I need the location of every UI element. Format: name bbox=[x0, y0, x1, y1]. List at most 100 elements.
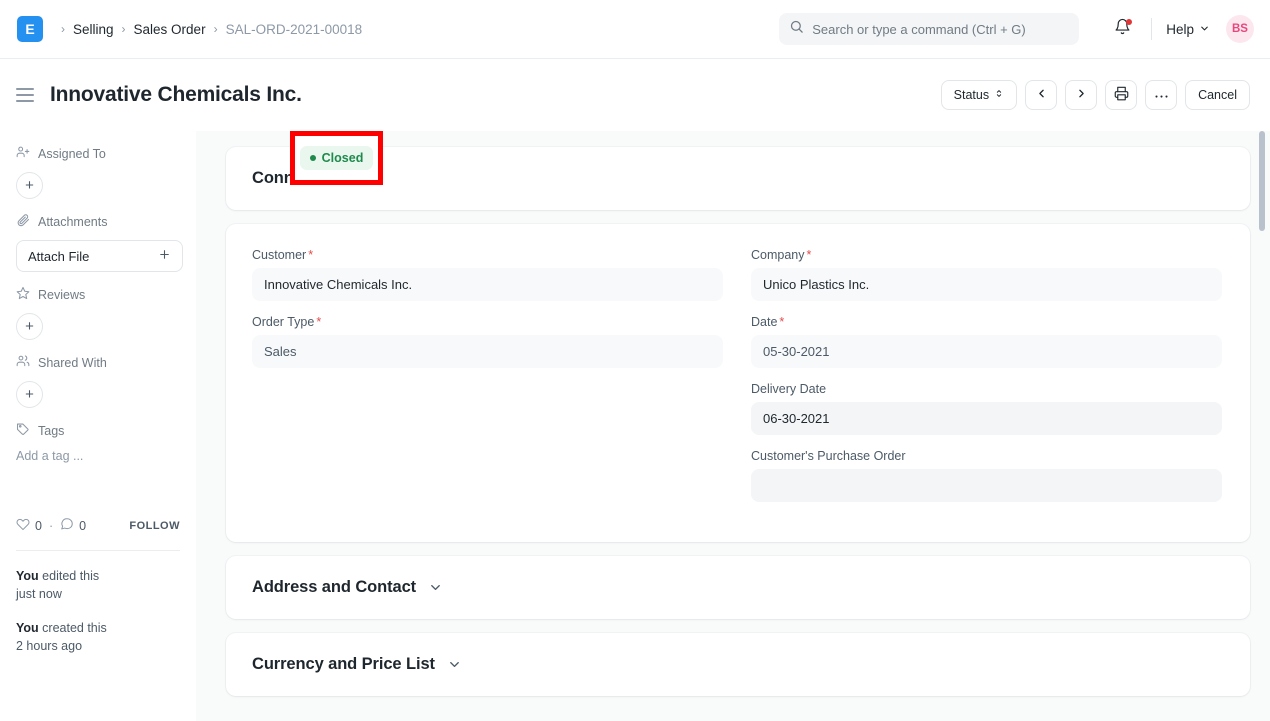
users-icon bbox=[16, 354, 30, 371]
document-sidebar: Assigned To + Attachments Attach File bbox=[0, 131, 196, 721]
activity-actor: You bbox=[16, 621, 39, 635]
shared-with-label: Shared With bbox=[38, 356, 107, 370]
delivery-date-label: Delivery Date bbox=[751, 382, 1222, 396]
help-menu[interactable]: Help bbox=[1166, 22, 1210, 37]
scrollbar-thumb[interactable] bbox=[1259, 131, 1265, 231]
status-highlight-box: Closed bbox=[290, 131, 383, 185]
field-customer-purchase-order: Customer's Purchase Order bbox=[751, 449, 1222, 502]
print-button[interactable] bbox=[1105, 80, 1137, 110]
tags-header: Tags bbox=[16, 422, 180, 439]
page-scrollbar[interactable] bbox=[1260, 131, 1268, 721]
heart-icon[interactable] bbox=[16, 517, 30, 534]
previous-document-button[interactable] bbox=[1025, 80, 1057, 110]
navbar-right-group: Help BS bbox=[779, 13, 1254, 45]
plus-icon bbox=[158, 248, 171, 264]
section-address-and-contact: Address and Contact bbox=[226, 556, 1250, 619]
breadcrumb-item-sales-order[interactable]: Sales Order bbox=[134, 22, 206, 37]
cancel-button[interactable]: Cancel bbox=[1185, 80, 1250, 110]
chevron-down-icon bbox=[1199, 22, 1210, 37]
reviews-label: Reviews bbox=[38, 288, 85, 302]
attach-file-label: Attach File bbox=[28, 249, 89, 264]
top-navbar: E › Selling › Sales Order › SAL-ORD-2021… bbox=[0, 0, 1270, 59]
activity-timestamp: just now bbox=[16, 585, 180, 603]
chevron-down-icon[interactable] bbox=[447, 657, 462, 672]
company-input[interactable]: Unico Plastics Inc. bbox=[751, 268, 1222, 301]
breadcrumb-separator: › bbox=[61, 23, 65, 35]
status-button[interactable]: Status bbox=[941, 80, 1017, 110]
activity-item: You edited this just now bbox=[16, 567, 180, 603]
field-company: Company* Unico Plastics Inc. bbox=[751, 248, 1222, 301]
field-date: Date* 05-30-2021 bbox=[751, 315, 1222, 368]
notifications-button[interactable] bbox=[1105, 13, 1139, 45]
chevron-down-icon[interactable] bbox=[428, 580, 443, 595]
sidebar-section-shared-with: Shared With + bbox=[16, 354, 180, 408]
comment-icon[interactable] bbox=[60, 517, 74, 534]
currency-and-price-list-section-header[interactable]: Currency and Price List bbox=[226, 633, 1250, 696]
section-order-details: Customer* Innovative Chemicals Inc. Orde… bbox=[226, 224, 1250, 542]
required-marker: * bbox=[807, 248, 812, 262]
search-icon bbox=[789, 19, 804, 39]
address-and-contact-section-header[interactable]: Address and Contact bbox=[226, 556, 1250, 619]
breadcrumb-item-selling[interactable]: Selling bbox=[73, 22, 114, 37]
page-header-actions: Status bbox=[941, 80, 1250, 110]
plus-icon: + bbox=[25, 178, 34, 193]
add-assignment-button[interactable]: + bbox=[16, 172, 43, 199]
help-label: Help bbox=[1166, 22, 1194, 37]
main-content: Connections Customer* Innovative Chemica… bbox=[196, 131, 1270, 721]
app-logo[interactable]: E bbox=[17, 16, 43, 42]
activity-actor: You bbox=[16, 569, 39, 583]
order-type-input[interactable]: Sales bbox=[252, 335, 723, 368]
plus-icon: + bbox=[25, 319, 34, 334]
status-button-label: Status bbox=[954, 88, 989, 102]
required-marker: * bbox=[779, 315, 784, 329]
required-marker: * bbox=[308, 248, 313, 262]
required-marker: * bbox=[316, 315, 321, 329]
customer-purchase-order-input[interactable] bbox=[751, 469, 1222, 502]
add-review-button[interactable]: + bbox=[16, 313, 43, 340]
user-plus-icon bbox=[16, 145, 30, 162]
sidebar-section-assigned-to: Assigned To + bbox=[16, 145, 180, 199]
global-search[interactable] bbox=[779, 13, 1079, 45]
field-order-type: Order Type* Sales bbox=[252, 315, 723, 368]
search-input[interactable] bbox=[812, 22, 1069, 37]
address-and-contact-title: Address and Contact bbox=[252, 578, 416, 597]
chevron-left-icon bbox=[1035, 87, 1048, 103]
tags-label: Tags bbox=[38, 424, 64, 438]
navbar-divider bbox=[1151, 18, 1152, 40]
delivery-date-input[interactable]: 06-30-2021 bbox=[751, 402, 1222, 435]
form-column-right: Company* Unico Plastics Inc. Date* 05-30… bbox=[751, 248, 1222, 516]
hamburger-icon[interactable] bbox=[16, 88, 36, 102]
avatar[interactable]: BS bbox=[1226, 15, 1254, 43]
star-icon bbox=[16, 286, 30, 303]
next-document-button[interactable] bbox=[1065, 80, 1097, 110]
add-tag-input[interactable]: Add a tag ... bbox=[16, 449, 180, 463]
date-label-text: Date bbox=[751, 315, 777, 329]
breadcrumb-separator: › bbox=[214, 23, 218, 35]
customer-purchase-order-label: Customer's Purchase Order bbox=[751, 449, 1222, 463]
order-details-grid: Customer* Innovative Chemicals Inc. Orde… bbox=[252, 248, 1222, 516]
sort-updown-icon bbox=[994, 87, 1004, 103]
app-logo-letter: E bbox=[25, 21, 34, 37]
page-title: Innovative Chemicals Inc. bbox=[50, 83, 302, 107]
more-options-button[interactable] bbox=[1145, 80, 1177, 110]
social-row: 0 · 0 FOLLOW bbox=[16, 517, 180, 534]
attach-file-button[interactable]: Attach File bbox=[16, 240, 183, 272]
add-share-button[interactable]: + bbox=[16, 381, 43, 408]
breadcrumb: › Selling › Sales Order › SAL-ORD-2021-0… bbox=[53, 22, 362, 37]
sidebar-section-attachments: Attachments Attach File bbox=[16, 213, 180, 272]
shared-with-header: Shared With bbox=[16, 354, 180, 371]
attachments-label: Attachments bbox=[38, 215, 107, 229]
activity-item: You created this 2 hours ago bbox=[16, 619, 180, 655]
breadcrumb-separator: › bbox=[122, 23, 126, 35]
currency-and-price-list-title: Currency and Price List bbox=[252, 655, 435, 674]
order-type-label-text: Order Type bbox=[252, 315, 314, 329]
ellipsis-icon bbox=[1154, 88, 1169, 102]
customer-input[interactable]: Innovative Chemicals Inc. bbox=[252, 268, 723, 301]
date-input[interactable]: 05-30-2021 bbox=[751, 335, 1222, 368]
assigned-to-label: Assigned To bbox=[38, 147, 106, 161]
sidebar-divider bbox=[16, 550, 180, 551]
follow-button[interactable]: FOLLOW bbox=[129, 520, 180, 532]
reviews-header: Reviews bbox=[16, 286, 180, 303]
company-label-text: Company bbox=[751, 248, 805, 262]
notification-badge-dot bbox=[1126, 19, 1132, 25]
